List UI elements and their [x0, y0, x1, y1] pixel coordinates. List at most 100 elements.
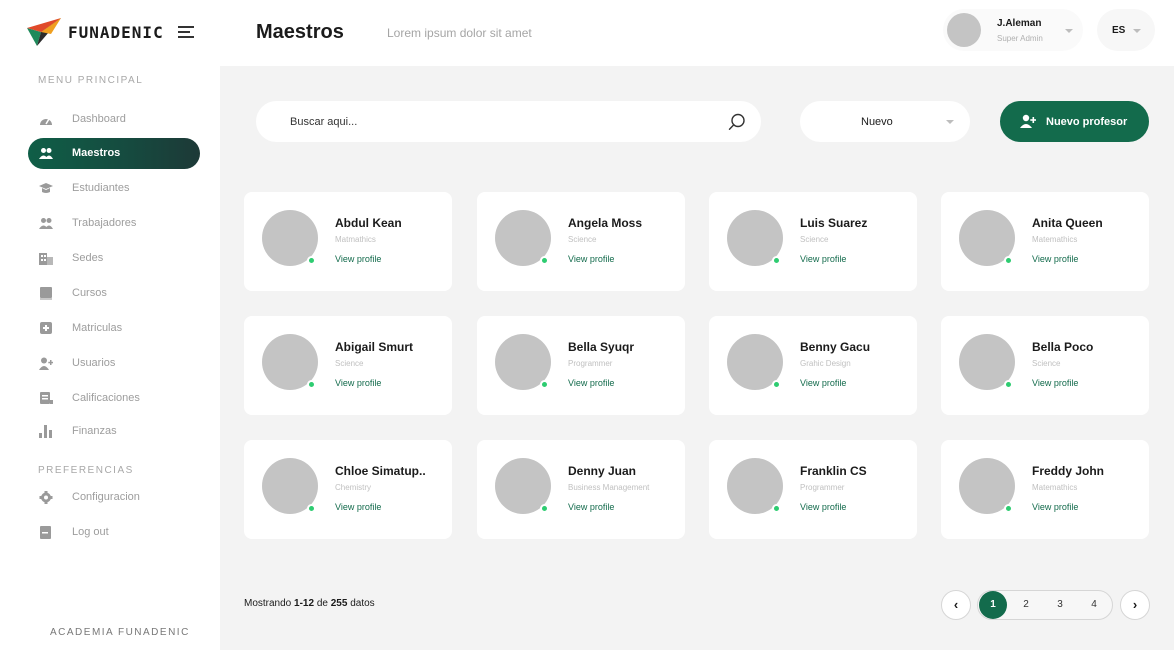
teacher-name: Luis Suarez: [800, 216, 868, 230]
teacher-card: Anita Queen Matemathics View profile: [941, 192, 1149, 291]
teacher-name: Bella Poco: [1032, 340, 1094, 354]
sidebar-item-usuarios[interactable]: Usuarios: [28, 348, 200, 379]
page-button-2[interactable]: 2: [1012, 591, 1040, 619]
funadenic-logo-icon: [27, 18, 61, 46]
sidebar-item-maestros[interactable]: Maestros: [28, 138, 200, 169]
new-teacher-button[interactable]: Nuevo profesor: [1000, 101, 1149, 142]
online-status-indicator: [307, 380, 316, 389]
sidebar: MENU PRINCIPAL Dashboard Maestros Estudi…: [0, 66, 220, 650]
teacher-name: Anita Queen: [1032, 216, 1103, 230]
sidebar-item-trabajadores[interactable]: Trabajadores: [28, 208, 200, 239]
sidebar-item-label: Dashboard: [72, 113, 126, 125]
user-menu[interactable]: J.Aleman Super Admin: [943, 9, 1083, 51]
online-status-indicator: [772, 380, 781, 389]
language-selector[interactable]: ES: [1097, 9, 1155, 51]
sidebar-item-dashboard[interactable]: Dashboard: [28, 104, 200, 135]
teacher-subject: Programmer: [568, 359, 613, 368]
sort-dropdown-value: Nuevo: [861, 116, 893, 128]
prev-page-button[interactable]: ‹: [941, 590, 971, 620]
sidebar-item-finanzas[interactable]: Finanzas: [28, 416, 200, 447]
chevron-down-icon: [1133, 29, 1141, 33]
search-placeholder: Buscar aqui...: [290, 116, 358, 128]
teacher-card: Luis Suarez Science View profile: [709, 192, 917, 291]
sidebar-item-label: Configuracion: [72, 491, 140, 503]
teacher-name: Denny Juan: [568, 464, 637, 478]
teacher-card: Chloe Simatup.. Chemistry View profile: [244, 440, 452, 539]
view-profile-link[interactable]: View profile: [1032, 378, 1078, 388]
view-profile-link[interactable]: View profile: [1032, 254, 1078, 264]
teacher-subject: Grahic Design: [800, 359, 851, 368]
teacher-card: Benny Gacu Grahic Design View profile: [709, 316, 917, 415]
avatar: [947, 13, 981, 47]
teacher-card: Denny Juan Business Management View prof…: [477, 440, 685, 539]
view-profile-link[interactable]: View profile: [568, 378, 614, 388]
teacher-name: Benny Gacu: [800, 340, 871, 354]
summary-suffix: datos: [350, 598, 375, 609]
add-user-icon: [1020, 114, 1036, 128]
teacher-subject: Science: [1032, 359, 1061, 368]
sidebar-item-label: Maestros: [72, 147, 121, 159]
page-button-3[interactable]: 3: [1046, 591, 1074, 619]
view-profile-link[interactable]: View profile: [800, 254, 846, 264]
page-button-4[interactable]: 4: [1080, 591, 1108, 619]
sidebar-item-label: Matriculas: [72, 322, 123, 334]
teacher-subject: Science: [568, 235, 597, 244]
sidebar-item-label: Sedes: [72, 252, 104, 264]
sidebar-item-logout[interactable]: Log out: [28, 517, 200, 548]
page-title: Maestros: [256, 21, 344, 43]
view-profile-link[interactable]: View profile: [335, 502, 381, 512]
teacher-card: Abdul Kean Matmathics View profile: [244, 192, 452, 291]
teacher-card: Franklin CS Programmer View profile: [709, 440, 917, 539]
next-page-button[interactable]: ›: [1120, 590, 1150, 620]
online-status-indicator: [540, 504, 549, 513]
sidebar-item-cursos[interactable]: Cursos: [28, 278, 200, 309]
page-button-1[interactable]: 1: [979, 591, 1007, 619]
sidebar-footer: ACADEMIA FUNADENIC: [50, 627, 190, 638]
chevron-down-icon: [946, 120, 954, 124]
teacher-card: Bella Syuqr Programmer View profile: [477, 316, 685, 415]
teacher-subject: Chemistry: [335, 483, 372, 492]
summary-of: de: [316, 598, 328, 609]
view-profile-link[interactable]: View profile: [568, 502, 614, 512]
chevron-down-icon: [1065, 29, 1073, 33]
sidebar-item-label: Usuarios: [72, 357, 116, 369]
teacher-name: Chloe Simatup..: [335, 464, 426, 478]
sidebar-item-label: Cursos: [72, 287, 107, 299]
sidebar-item-sedes[interactable]: Sedes: [28, 243, 200, 274]
brand-name: FUNADENIC: [68, 23, 164, 42]
teacher-subject: Programmer: [800, 483, 845, 492]
teacher-name: Freddy John: [1032, 464, 1105, 478]
teacher-subject: Matemathics: [1032, 483, 1078, 492]
sidebar-item-estudiantes[interactable]: Estudiantes: [28, 173, 200, 204]
sidebar-item-matriculas[interactable]: Matriculas: [28, 313, 200, 344]
sidebar-item-label: Estudiantes: [72, 182, 130, 194]
sidebar-item-label: Finanzas: [72, 425, 117, 437]
pagination: 1 2 3 4: [977, 590, 1113, 620]
online-status-indicator: [772, 256, 781, 265]
view-profile-link[interactable]: View profile: [335, 254, 381, 264]
teacher-subject: Matemathics: [1032, 235, 1078, 244]
teacher-name: Angela Moss: [568, 216, 643, 230]
section-label-preferences: PREFERENCIAS: [38, 465, 134, 476]
teacher-subject: Science: [335, 359, 364, 368]
sort-dropdown[interactable]: Nuevo: [800, 101, 970, 142]
menu-toggle-icon[interactable]: [178, 26, 194, 40]
teacher-name: Abdul Kean: [335, 216, 402, 230]
view-profile-link[interactable]: View profile: [568, 254, 614, 264]
view-profile-link[interactable]: View profile: [800, 502, 846, 512]
search-input[interactable]: Buscar aqui...: [256, 101, 761, 142]
building-icon: [39, 253, 53, 265]
view-profile-link[interactable]: View profile: [335, 378, 381, 388]
sidebar-item-calificaciones[interactable]: Calificaciones: [28, 383, 200, 414]
online-status-indicator: [540, 256, 549, 265]
online-status-indicator: [1004, 380, 1013, 389]
summary-prefix: Mostrando: [244, 598, 292, 609]
teacher-card: Bella Poco Science View profile: [941, 316, 1149, 415]
view-profile-link[interactable]: View profile: [1032, 502, 1078, 512]
search-icon[interactable]: [728, 113, 746, 131]
sidebar-item-label: Log out: [72, 526, 109, 538]
view-profile-link[interactable]: View profile: [800, 378, 846, 388]
grades-icon: [40, 392, 53, 404]
sidebar-item-configuracion[interactable]: Configuracion: [28, 482, 200, 513]
teacher-card: Freddy John Matemathics View profile: [941, 440, 1149, 539]
